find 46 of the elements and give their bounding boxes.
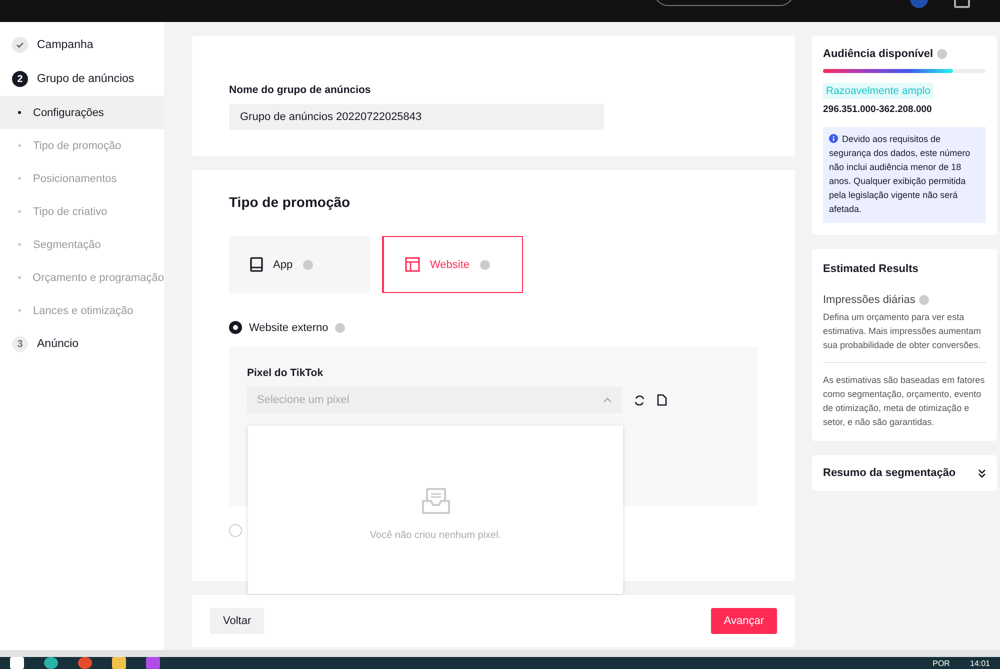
- layout-icon: [405, 257, 420, 272]
- panel-title: Audiência disponível: [823, 48, 934, 60]
- clock[interactable]: 14:01: [970, 658, 990, 668]
- scrollbar[interactable]: [0, 650, 1000, 657]
- step-label[interactable]: Anúncio: [37, 338, 79, 350]
- help-icon[interactable]: [302, 260, 313, 270]
- field-label: Pixel do TikTok: [247, 367, 324, 379]
- help-icon[interactable]: [335, 322, 346, 332]
- results-text: Defina um orçamento para ver esta estimativa. Mais impressões aumentam sua probabilidade de obter conversões.: [823, 311, 982, 352]
- tablet-icon: [250, 257, 263, 272]
- audience-range: 296.351.000-362.208.000: [823, 104, 933, 115]
- panel-title: Resumo da segmentação: [823, 467, 956, 479]
- option-label: App: [273, 258, 293, 270]
- step-number: 3: [12, 336, 28, 352]
- language-indicator[interactable]: POR: [932, 658, 950, 668]
- step-label[interactable]: Grupo de anúncios: [37, 73, 134, 85]
- results-note: As estimativas são baseadas em fatores como segmentação, orçamento, evento de otimização, meta de otimização e setor, e não são garantidas.: [823, 374, 986, 429]
- step-number: 2: [12, 71, 28, 87]
- inbox-icon: [420, 486, 450, 516]
- refresh-icon[interactable]: [634, 394, 645, 406]
- name-field[interactable]: Grupo de anúncios 20220722025843: [229, 104, 604, 130]
- promotion-option[interactable]: App: [229, 236, 370, 293]
- info-notice: Devido aos requisitos de segurança dos dados, este número não inclui audiência menor de 18 anos. Qualquer exibição permitida pela legislação vigente não será afetada.: [823, 127, 986, 223]
- section-title: Tipo de promoção: [229, 194, 352, 210]
- field-label: Nome do grupo de anúncios: [229, 84, 372, 96]
- panel-title: Estimated Results: [823, 263, 920, 275]
- promotion-option[interactable]: Website: [382, 236, 523, 293]
- empty-message: Você não criou nenhum pixel.: [370, 530, 502, 541]
- double-chevron-icon[interactable]: [978, 468, 986, 478]
- next-button[interactable]: Avançar: [710, 608, 777, 634]
- panel-subtitle: Impressões diárias: [823, 294, 916, 306]
- check-icon: [12, 37, 28, 53]
- step-label[interactable]: Campanha: [37, 39, 94, 51]
- option-label: Website: [430, 258, 470, 270]
- sidebar-item[interactable]: Configurações: [0, 96, 164, 129]
- help-icon[interactable]: [480, 260, 490, 270]
- help-icon[interactable]: [919, 295, 930, 305]
- audience-tag: Razoavelmente amplo: [823, 83, 934, 99]
- radio-button[interactable]: [229, 321, 242, 334]
- info-icon: [829, 134, 838, 143]
- help-icon[interactable]: [937, 49, 948, 59]
- back-button[interactable]: Voltar: [210, 608, 264, 634]
- document-icon[interactable]: [657, 394, 668, 406]
- radio-label: Website externo: [249, 322, 328, 334]
- summary-panel[interactable]: Resumo da segmentação: [812, 455, 997, 491]
- caret-icon: [603, 397, 612, 403]
